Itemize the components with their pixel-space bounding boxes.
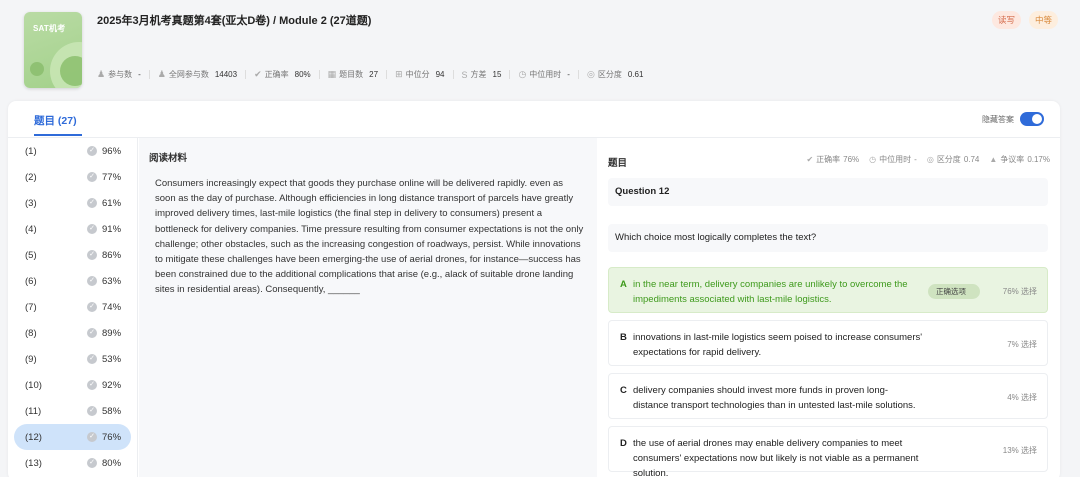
question-item[interactable]: (10) ✓ 92% <box>8 372 137 398</box>
check-circle-icon: ✓ <box>87 302 97 312</box>
choice-text: innovations in last-mile logistics seem … <box>633 332 923 358</box>
target-icon: ◎ <box>926 155 934 164</box>
q-stat-discrimination: ◎ 区分度 0.74 <box>926 155 980 164</box>
check-circle-icon: ✓ <box>87 328 97 338</box>
variance-icon: S <box>461 69 468 80</box>
clock-icon: ◷ <box>518 69 527 79</box>
target-icon: ◎ <box>586 69 595 79</box>
question-number: Question 12 <box>608 178 1048 206</box>
test-stats-bar: ♟ 参与数 - ♟ 全网参与数 14403 ✔ 正确率 80% ▦ 题目数 27 ⊞ 中位分 94 … <box>97 69 643 80</box>
page-title: 2025年3月机考真题第4套(亚太D卷) / Module 2 (27道题) <box>97 15 372 27</box>
question-item[interactable]: (7) ✓ 74% <box>8 294 137 320</box>
choice-letter: C <box>620 385 627 396</box>
stat-variance: S 方差 15 <box>461 69 502 80</box>
question-item[interactable]: (1) ✓ 96% <box>8 138 137 164</box>
check-circle-icon: ✓ <box>87 250 97 260</box>
question-prompt: Which choice most logically completes th… <box>608 224 1048 252</box>
stat-discrimination: ◎ 区分度 0.61 <box>586 69 644 79</box>
reading-passage-panel: 阅读材料 Consumers increasingly expect that … <box>139 138 597 477</box>
stat-median-time: ◷ 中位用时 - <box>518 69 570 79</box>
question-item[interactable]: (9) ✓ 53% <box>8 346 137 372</box>
hide-answer-toggle[interactable] <box>1020 112 1044 126</box>
choice-a[interactable]: A in the near term, delivery companies a… <box>608 267 1048 313</box>
tab-underline <box>34 134 82 136</box>
check-circle-icon: ✓ <box>87 380 97 390</box>
check-circle-icon: ✓ <box>87 432 97 442</box>
difficulty-tag: 中等 <box>1028 11 1058 29</box>
q-stat-accuracy: ✔ 正确率 76% <box>806 155 860 164</box>
question-item[interactable]: (3) ✓ 61% <box>8 190 137 216</box>
question-panel: 题目 ✔ 正确率 76% ◷ 中位用时 - ◎ 区分度 0.74 ▲ 争议率 0.17% Que… <box>598 138 1060 477</box>
tab-bar: 题目 (27) 隐藏答案 <box>8 101 1060 138</box>
stat-accuracy: ✔ 正确率 80% <box>254 69 311 79</box>
check-circle-icon: ✔ <box>254 69 262 79</box>
choice-select-rate: 13% 选择 <box>1002 446 1037 455</box>
stat-participants: ♟ 参与数 - <box>97 69 141 79</box>
question-item[interactable]: (13) ✓ 80% <box>8 450 137 476</box>
choice-text: the use of aerial drones may enable deli… <box>633 438 919 477</box>
hide-answer-control: 隐藏答案 <box>982 112 1044 126</box>
hide-answer-label: 隐藏答案 <box>982 114 1014 124</box>
stat-global-participants: ♟ 全网参与数 14403 <box>157 69 238 79</box>
correct-answer-badge: 正确选项 <box>928 284 980 299</box>
q-stat-median-time: ◷ 中位用时 - <box>869 155 917 164</box>
tab-questions[interactable]: 题目 (27) <box>34 113 77 128</box>
check-circle-icon: ✓ <box>87 458 97 468</box>
user-icon: ♟ <box>97 69 106 79</box>
check-circle-icon: ✓ <box>87 224 97 234</box>
question-stats: ✔ 正确率 76% ◷ 中位用时 - ◎ 区分度 0.74 ▲ 争议率 0.17% <box>806 154 1050 165</box>
choice-letter: A <box>620 279 627 290</box>
clock-icon: ◷ <box>869 155 877 164</box>
test-cover-image: SAT机考 <box>24 12 82 88</box>
choice-c[interactable]: C delivery companies should invest more … <box>608 373 1048 419</box>
section-tag: 读写 <box>991 11 1021 29</box>
question-heading: 题目 <box>608 158 628 169</box>
tag-group: 读写 中等 <box>991 11 1058 29</box>
cover-label: SAT机考 <box>33 24 66 33</box>
choice-b[interactable]: B innovations in last-mile logistics see… <box>608 320 1048 366</box>
question-item[interactable]: (8) ✓ 89% <box>8 320 137 346</box>
choice-text: delivery companies should invest more fu… <box>633 385 916 411</box>
choice-text: in the near term, delivery companies are… <box>633 279 908 305</box>
passage-text: Consumers increasingly expect that goods… <box>155 178 584 296</box>
choice-letter: D <box>620 438 627 449</box>
choice-select-rate: 4% 选择 <box>1007 393 1037 402</box>
check-circle-icon: ✓ <box>87 354 97 364</box>
stat-question-count: ▦ 题目数 27 <box>327 69 379 79</box>
choice-select-rate: 76% 选择 <box>1002 287 1037 296</box>
users-icon: ♟ <box>157 69 166 79</box>
question-item[interactable]: (2) ✓ 77% <box>8 164 137 190</box>
question-item-active[interactable]: (12) ✓ 76% <box>14 424 131 450</box>
check-circle-icon: ✔ <box>806 155 814 164</box>
q-stat-dispute: ▲ 争议率 0.17% <box>989 155 1050 164</box>
check-circle-icon: ✓ <box>87 146 97 156</box>
choice-letter: B <box>620 332 627 343</box>
choice-d[interactable]: D the use of aerial drones may enable de… <box>608 426 1048 477</box>
stat-median-score: ⊞ 中位分 94 <box>395 69 445 79</box>
check-circle-icon: ✓ <box>87 276 97 286</box>
median-icon: ⊞ <box>395 69 403 79</box>
list-icon: ▦ <box>327 69 337 79</box>
passage-heading: 阅读材料 <box>149 153 188 164</box>
choice-select-rate: 7% 选择 <box>1007 340 1037 349</box>
check-circle-icon: ✓ <box>87 172 97 182</box>
check-circle-icon: ✓ <box>87 406 97 416</box>
check-circle-icon: ✓ <box>87 198 97 208</box>
cover-decoration <box>60 56 82 86</box>
toggle-knob <box>1032 114 1042 124</box>
main-card: 题目 (27) 隐藏答案 (1) ✓ 96% (2) ✓ 77% (3) ✓ 61% (4)… <box>8 101 1060 477</box>
question-item[interactable]: (4) ✓ 91% <box>8 216 137 242</box>
question-item[interactable]: (11) ✓ 58% <box>8 398 137 424</box>
question-item[interactable]: (6) ✓ 63% <box>8 268 137 294</box>
cover-decoration <box>30 62 44 76</box>
warning-icon: ▲ <box>989 155 998 164</box>
question-item[interactable]: (5) ✓ 86% <box>8 242 137 268</box>
question-list: (1) ✓ 96% (2) ✓ 77% (3) ✓ 61% (4) ✓ 91% (5) ✓ 86% … <box>8 138 138 477</box>
